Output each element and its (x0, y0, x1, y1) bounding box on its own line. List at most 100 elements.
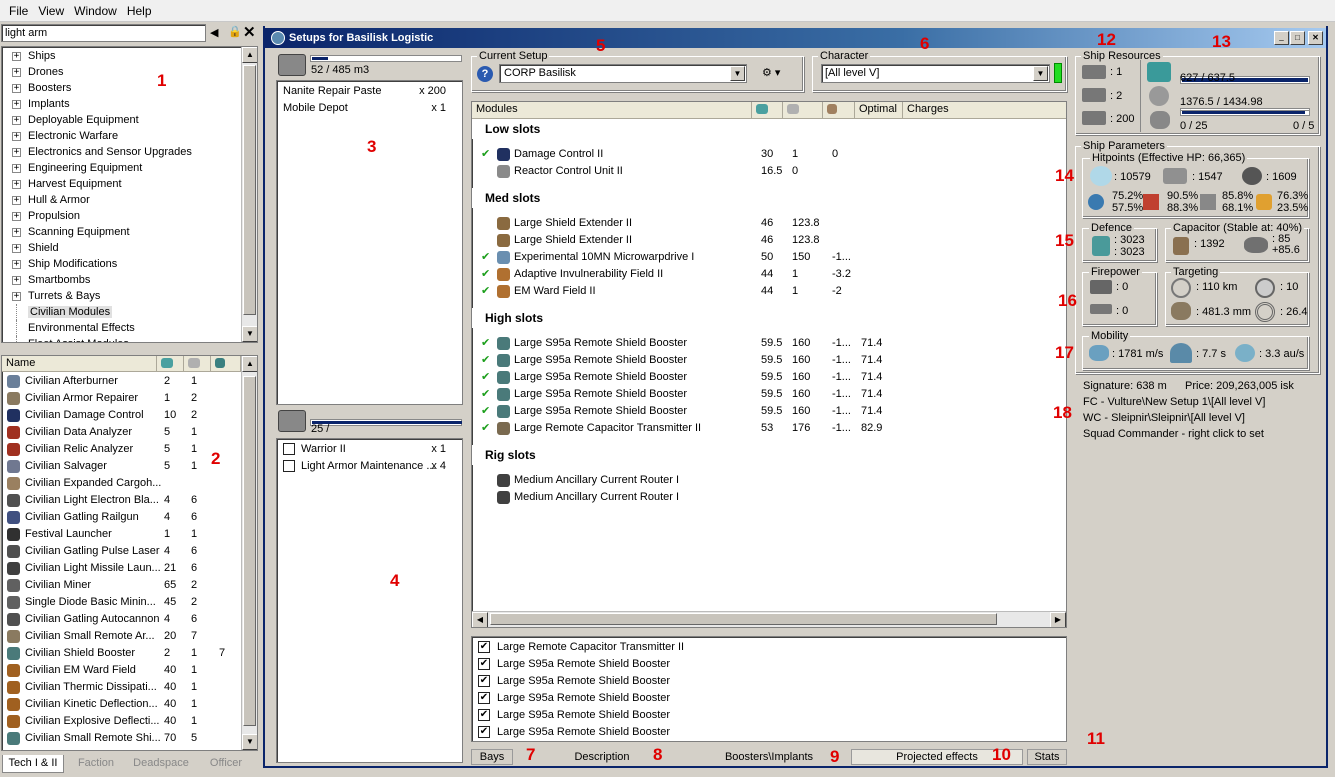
col-cpu-icon[interactable] (752, 102, 783, 118)
module-checkbox[interactable]: ✔ (478, 675, 490, 688)
tab-faction[interactable]: Faction (66, 755, 126, 772)
module-row[interactable]: Large Shield Extender II 46 123.8 (472, 215, 1066, 232)
list-item[interactable]: Civilian Gatling Autocannon 4 6 (2, 611, 257, 628)
menu-help[interactable]: Help (122, 0, 157, 22)
tab-officer[interactable]: Officer (196, 755, 256, 772)
module-row[interactable]: Medium Ancillary Current Router I (472, 472, 1066, 489)
col-optimal[interactable]: Optimal (855, 102, 903, 118)
list-item[interactable]: Civilian Gatling Railgun 4 6 (2, 509, 257, 526)
scroll-up-icon[interactable]: ▲ (242, 356, 257, 372)
list-item[interactable]: Civilian Gatling Pulse Laser 4 6 (2, 543, 257, 560)
tree-item[interactable]: + Hull & Armor (2, 192, 257, 208)
tab-tech[interactable]: Tech I & II (2, 755, 64, 773)
col-modules[interactable]: Modules (472, 102, 752, 118)
tree-item[interactable]: + Scanning Equipment (2, 224, 257, 240)
tab-boosters-implants[interactable]: Boosters\Implants (690, 749, 848, 765)
minimize-icon[interactable]: _ (1274, 31, 1289, 45)
module-row[interactable]: Reactor Control Unit II 16.5 0 (472, 163, 1066, 180)
fleet-commander[interactable]: FC - Vulture\New Setup 1\[All level V] (1083, 396, 1265, 408)
active-module-item[interactable]: ✔ Large S95a Remote Shield Booster (478, 656, 1060, 673)
module-row[interactable]: Large Shield Extender II 46 123.8 (472, 232, 1066, 249)
list-item[interactable]: Festival Launcher 1 1 (2, 526, 257, 543)
tab-bays[interactable]: Bays (471, 749, 513, 765)
module-row[interactable]: ✔ Experimental 10MN Microwarpdrive I 50 150… (472, 249, 1066, 266)
expand-icon[interactable]: + (12, 244, 21, 253)
expand-icon[interactable]: + (12, 132, 21, 141)
module-checkbox[interactable]: ✔ (478, 658, 490, 671)
expand-icon[interactable]: + (12, 68, 21, 77)
list-item[interactable]: Civilian Shield Booster 2 1 7 (2, 645, 257, 662)
settings-dropdown-icon[interactable]: ⚙ ▾ (762, 66, 780, 79)
list-item[interactable]: Civilian Damage Control 10 2 (2, 407, 257, 424)
list-item[interactable]: Civilian Armor Repairer 1 2 (2, 390, 257, 407)
tree-item[interactable]: + Boosters (2, 80, 257, 96)
expand-icon[interactable]: + (12, 292, 21, 301)
tree-item[interactable]: Civilian Modules (2, 304, 257, 320)
module-row[interactable]: ✔ Large Remote Capacitor Transmitter II 53… (472, 420, 1066, 437)
module-row[interactable]: ✔ Large S95a Remote Shield Booster 59.5 160… (472, 403, 1066, 420)
tree-item[interactable]: + Electronic Warfare (2, 128, 257, 144)
expand-icon[interactable]: + (12, 52, 21, 61)
tree-item[interactable]: + Ships (2, 48, 257, 64)
lock-icon[interactable]: 🔒 (228, 25, 242, 38)
drone-checkbox[interactable] (283, 460, 295, 473)
cargo-item[interactable]: Nanite Repair Paste x 200 (283, 83, 456, 100)
tree-scroll-thumb[interactable] (243, 65, 256, 315)
scroll-up-icon[interactable]: ▲ (242, 47, 257, 63)
list-scroll-thumb[interactable] (243, 376, 256, 726)
tab-stats[interactable]: Stats (1027, 749, 1067, 765)
expand-icon[interactable]: + (12, 276, 21, 285)
module-checkbox[interactable]: ✔ (478, 709, 490, 722)
col-charges[interactable]: Charges (903, 102, 1066, 118)
expand-icon[interactable]: + (12, 180, 21, 189)
wing-commander[interactable]: WC - Sleipnir\Sleipnir\[All level V] (1083, 412, 1245, 424)
window-title-bar[interactable]: Setups for Basilisk Logistic (265, 28, 1326, 48)
col-name[interactable]: Name (2, 356, 157, 372)
tree-item[interactable]: Environmental Effects (2, 320, 257, 336)
col-pg[interactable] (184, 356, 211, 372)
maximize-icon[interactable]: □ (1290, 31, 1305, 45)
close-search-icon[interactable]: ✕ (243, 23, 256, 41)
tree-item[interactable]: + Shield (2, 240, 257, 256)
menu-view[interactable]: View (33, 0, 69, 22)
list-item[interactable]: Civilian Explosive Deflecti... 40 1 (2, 713, 257, 730)
module-row[interactable]: ✔ Large S95a Remote Shield Booster 59.5 160… (472, 386, 1066, 403)
col-cpu[interactable] (157, 356, 184, 372)
list-item[interactable]: Civilian Light Electron Bla... 4 6 (2, 492, 257, 509)
tree-item[interactable]: + Electronics and Sensor Upgrades (2, 144, 257, 160)
tree-item[interactable]: + Ship Modifications (2, 256, 257, 272)
module-checkbox[interactable]: ✔ (478, 726, 490, 739)
tree-scrollbar[interactable]: ▲ ▼ (241, 47, 257, 342)
back-arrow-icon[interactable]: ◀ (210, 26, 218, 39)
tree-item[interactable]: + Deployable Equipment (2, 112, 257, 128)
expand-icon[interactable]: + (12, 212, 21, 221)
list-item[interactable]: Civilian Small Remote Ar... 20 7 (2, 628, 257, 645)
expand-icon[interactable]: + (12, 164, 21, 173)
module-row[interactable]: ✔ Large S95a Remote Shield Booster 59.5 160… (472, 369, 1066, 386)
tab-deadspace[interactable]: Deadspace (128, 755, 194, 772)
expand-icon[interactable]: + (12, 260, 21, 269)
list-item[interactable]: Civilian Light Missile Laun... 21 6 (2, 560, 257, 577)
chevron-down-icon[interactable]: ▼ (730, 66, 745, 81)
module-row[interactable]: ✔ Large S95a Remote Shield Booster 59.5 160… (472, 335, 1066, 352)
list-item[interactable]: Civilian Kinetic Deflection... 40 1 (2, 696, 257, 713)
list-item[interactable]: Civilian Afterburner 2 1 (2, 373, 257, 390)
active-module-item[interactable]: ✔ Large S95a Remote Shield Booster (478, 673, 1060, 690)
character-select[interactable]: [All level V] ▼ (821, 64, 1050, 83)
help-icon[interactable]: ? (477, 66, 493, 82)
expand-icon[interactable]: + (12, 100, 21, 109)
col-calib[interactable] (211, 356, 241, 372)
module-row[interactable]: ✔ Large S95a Remote Shield Booster 59.5 160… (472, 352, 1066, 369)
modules-hscroll-thumb[interactable] (490, 613, 997, 625)
module-checkbox[interactable]: ✔ (478, 641, 490, 654)
tree-item[interactable]: + Smartbombs (2, 272, 257, 288)
expand-icon[interactable]: + (12, 228, 21, 237)
expand-icon[interactable]: + (12, 148, 21, 157)
drones-item[interactable]: Warrior II x 1 (283, 441, 456, 458)
module-row[interactable]: Medium Ancillary Current Router I (472, 489, 1066, 506)
tree-item[interactable]: + Engineering Equipment (2, 160, 257, 176)
scroll-down-icon[interactable]: ▼ (242, 326, 257, 342)
list-scrollbar[interactable]: ▲ ▼ (241, 356, 257, 750)
tree-item[interactable]: Fleet Assist Modules (2, 336, 257, 342)
list-item[interactable]: Civilian Small Remote Shi... 70 5 (2, 730, 257, 747)
